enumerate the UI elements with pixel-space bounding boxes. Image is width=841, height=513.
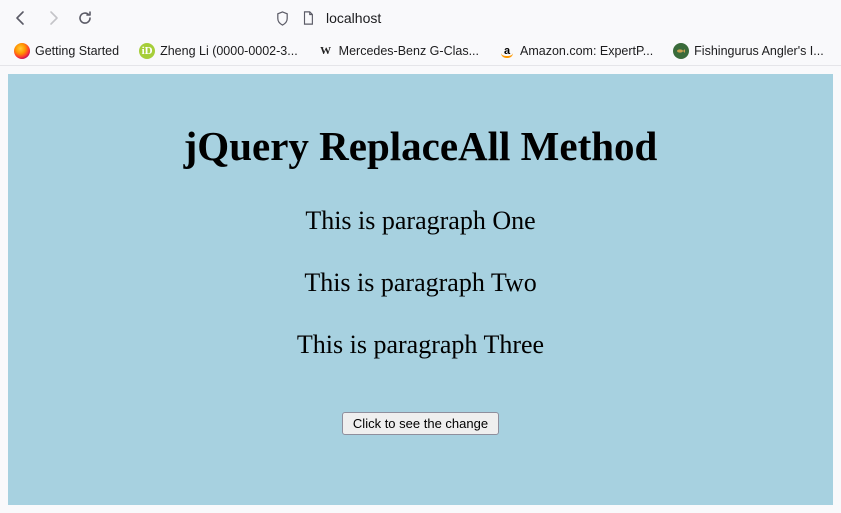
page-heading: jQuery ReplaceAll Method [28,122,813,170]
bookmark-label: Fishingurus Angler's I... [694,44,824,58]
bookmark-mercedes[interactable]: W Mercedes-Benz G-Clas... [312,40,485,62]
change-button[interactable]: Click to see the change [342,412,499,435]
bookmark-zheng-li[interactable]: iD Zheng Li (0000-0002-3... [133,40,304,62]
address-bar[interactable]: localhost [104,10,829,26]
nav-buttons [12,9,94,27]
bookmark-label: Amazon.com: ExpertP... [520,44,653,58]
reload-button[interactable] [76,9,94,27]
back-button[interactable] [12,9,30,27]
bookmark-amazon[interactable]: a Amazon.com: ExpertP... [493,40,659,62]
bookmark-label: Zheng Li (0000-0002-3... [160,44,298,58]
paragraph-one: This is paragraph One [28,206,813,236]
paragraph-three: This is paragraph Three [28,330,813,360]
shield-icon [274,10,290,26]
fish-icon [673,43,689,59]
bookmark-label: Mercedes-Benz G-Clas... [339,44,479,58]
page-icon [300,10,316,26]
browser-toolbar: localhost [0,0,841,36]
firefox-icon [14,43,30,59]
bookmark-fishingurus[interactable]: Fishingurus Angler's I... [667,40,830,62]
forward-button[interactable] [44,9,62,27]
content-area: jQuery ReplaceAll Method This is paragra… [0,66,841,513]
orcid-icon: iD [139,43,155,59]
amazon-icon: a [499,43,515,59]
bookmark-getting-started[interactable]: Getting Started [8,40,125,62]
wikipedia-icon: W [318,43,334,59]
url-text: localhost [326,10,381,26]
paragraph-two: This is paragraph Two [28,268,813,298]
page-body: jQuery ReplaceAll Method This is paragra… [8,74,833,505]
bookmark-label: Getting Started [35,44,119,58]
bookmarks-bar: Getting Started iD Zheng Li (0000-0002-3… [0,36,841,66]
